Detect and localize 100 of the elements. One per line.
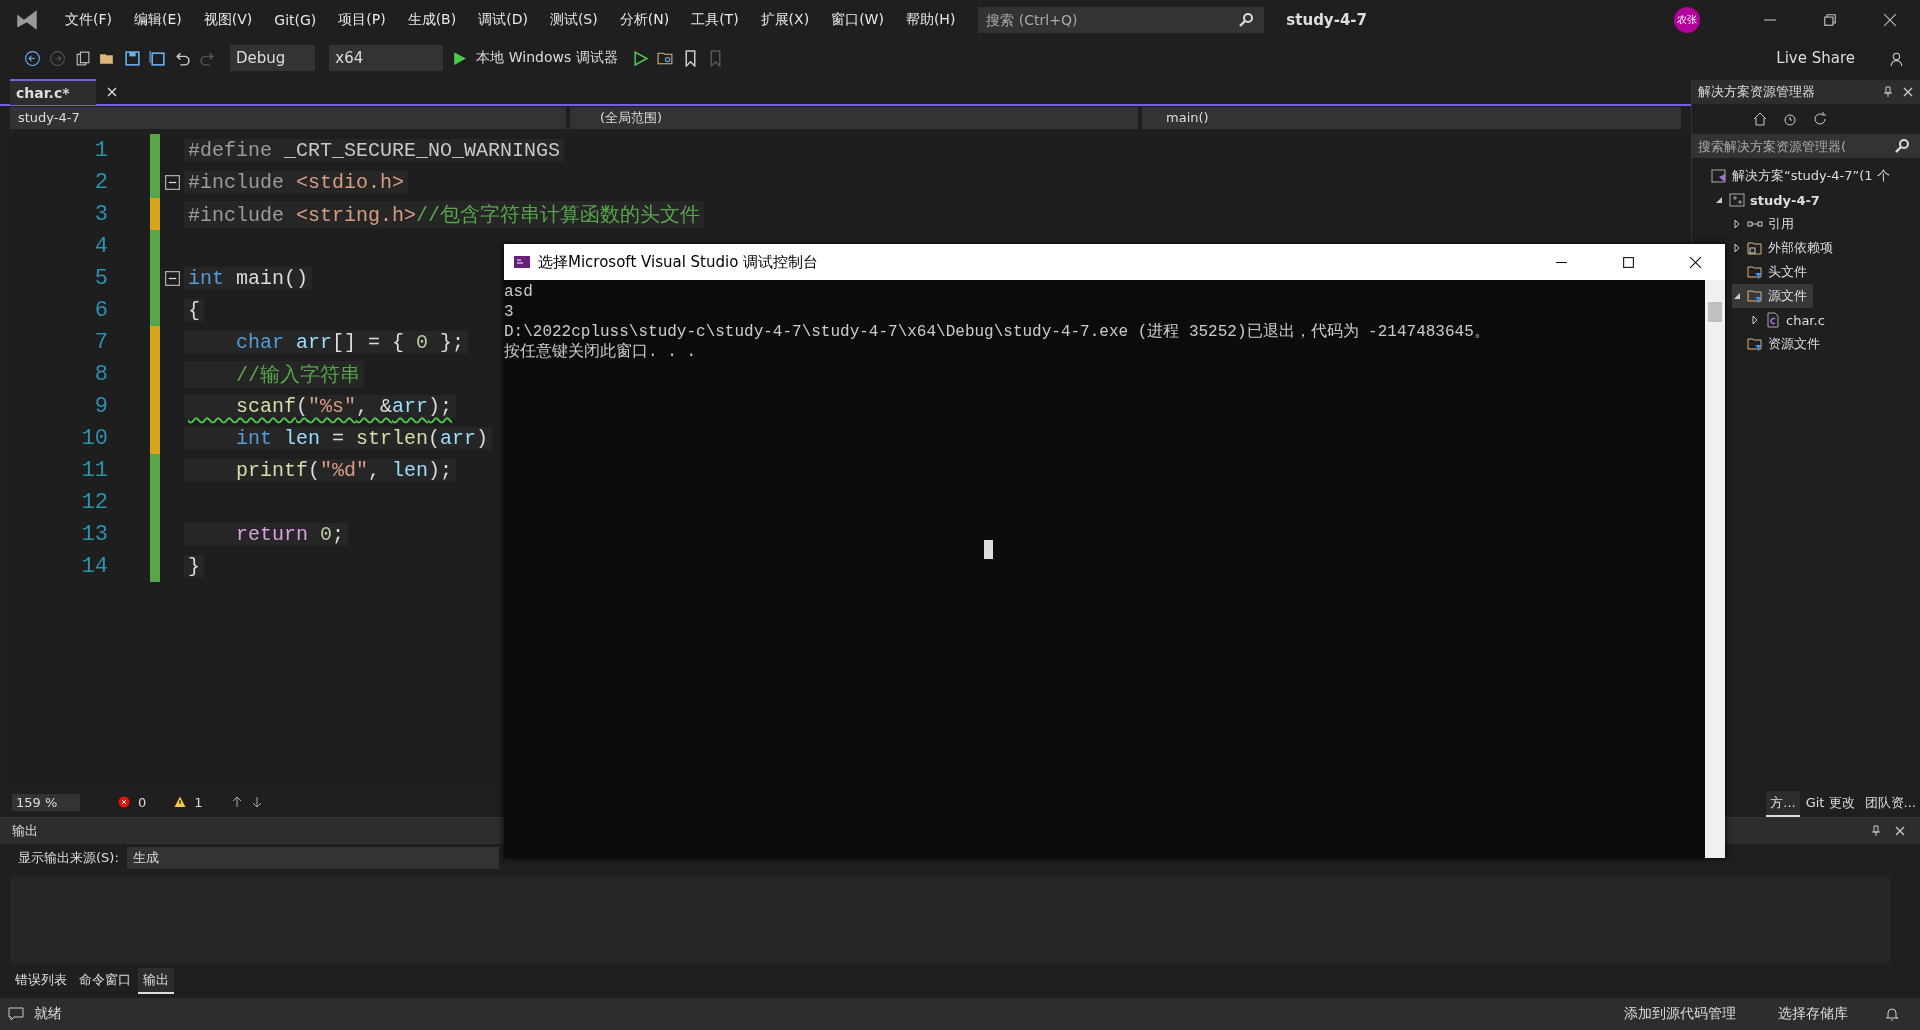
live-share-button[interactable]: Live Share (1770, 48, 1861, 68)
start-debugging-button[interactable]: 本地 Windows 调试器 (476, 49, 624, 67)
tree-item[interactable]: 外部依赖项 (1732, 236, 1839, 260)
close-icon[interactable] (1883, 13, 1897, 27)
refresh-icon[interactable] (1812, 111, 1828, 127)
panel-title: 解决方案资源管理器 (1698, 83, 1816, 101)
panel-tab[interactable]: Git 更改 (1801, 791, 1859, 817)
line-number: 5 (93, 265, 108, 291)
pin-icon[interactable] (1882, 86, 1894, 98)
platform-dropdown[interactable]: x64 (329, 45, 444, 71)
error-count[interactable]: 0 (138, 794, 147, 810)
pin-icon[interactable] (1870, 825, 1882, 837)
search-icon (1238, 12, 1255, 28)
warning-count[interactable]: 1 (194, 794, 203, 810)
filter-folder-icon (1747, 336, 1763, 352)
text-cursor (984, 540, 993, 559)
panel-title: 输出 (12, 822, 38, 840)
menu-item[interactable]: 编辑(E) (123, 11, 193, 29)
back-icon[interactable] (24, 49, 41, 67)
error-icon (118, 796, 130, 808)
menu-item[interactable]: 项目(P) (327, 11, 397, 29)
line-number: 9 (93, 393, 108, 419)
line-number: 6 (93, 297, 108, 323)
tree-item[interactable]: 引用 (1732, 212, 1800, 236)
console-output-line: 按任意键关闭此窗口. . . (504, 342, 697, 362)
warning-icon (174, 796, 187, 808)
add-to-source-control-button[interactable]: 添加到源代码管理 (1618, 1004, 1742, 1024)
tree-item[interactable]: 解决方案“study-4-7”(1 个 (1696, 164, 1896, 188)
up-arrow-icon[interactable] (230, 796, 243, 808)
line-number: 13 (80, 521, 108, 547)
new-item-icon[interactable] (74, 49, 91, 67)
save-icon[interactable] (124, 49, 141, 67)
close-icon[interactable] (1689, 255, 1702, 269)
console-app-icon (514, 254, 530, 270)
expanded-arrow-icon[interactable] (1714, 195, 1724, 205)
menu-item[interactable]: 生成(B) (396, 11, 468, 29)
menu-item[interactable]: 分析(N) (608, 11, 681, 29)
zoom-dropdown[interactable]: 159 % (12, 793, 80, 811)
down-arrow-icon[interactable] (250, 796, 263, 808)
window-title: 选择Microsoft Visual Studio 调试控制台 (538, 252, 819, 272)
expanded-arrow-icon[interactable] (1732, 291, 1742, 301)
tree-item[interactable]: 头文件 (1732, 260, 1813, 284)
menu-item[interactable]: Git(G) (263, 12, 328, 28)
home-icon[interactable] (1752, 111, 1768, 127)
panel-tab[interactable]: 团队资... (1860, 791, 1920, 817)
scrollbar[interactable] (1705, 280, 1725, 858)
comment-icon (8, 1006, 24, 1022)
maximize-icon[interactable] (1622, 255, 1635, 269)
play-outline-icon[interactable] (631, 49, 649, 67)
line-number: 11 (80, 457, 108, 483)
menu-item[interactable]: 工具(T) (680, 11, 750, 29)
output-source-dropdown[interactable]: 生成 (126, 847, 499, 869)
document-tab[interactable]: char.c* (10, 79, 96, 105)
status-message: 就绪 (34, 1005, 62, 1023)
window-title: study-4-7 (1286, 11, 1367, 29)
collapse-icon[interactable] (164, 270, 180, 286)
menu-item[interactable]: 窗口(W) (820, 11, 895, 29)
panel-tab[interactable]: 方... (1766, 791, 1800, 817)
user-avatar[interactable]: 农张 (1674, 7, 1700, 33)
configuration-dropdown[interactable]: Debug (230, 45, 316, 71)
member-dropdown[interactable]: main() (1142, 107, 1681, 129)
menu-item[interactable]: 帮助(H) (894, 11, 967, 29)
project-icon (1729, 192, 1745, 208)
tree-item[interactable]: 源文件 (1732, 284, 1813, 308)
tree-item[interactable]: 资源文件 (1732, 332, 1826, 356)
tree-item[interactable]: char.c (1750, 308, 1831, 332)
project-dropdown[interactable]: study-4-7 (10, 107, 566, 129)
collapse-icon[interactable] (164, 174, 180, 190)
console-output-line: 3 (504, 302, 515, 322)
restore-icon[interactable] (1823, 13, 1837, 27)
panel-tab[interactable]: 输出 (138, 968, 174, 994)
menu-item[interactable]: 测试(S) (538, 11, 609, 29)
c-file-icon (1765, 312, 1781, 328)
line-number: 12 (80, 489, 108, 515)
menu-item[interactable]: 调试(D) (467, 11, 539, 29)
line-number: 14 (80, 553, 108, 579)
console-output-line: asd (504, 282, 534, 302)
collapsed-arrow-icon[interactable] (1750, 315, 1760, 325)
filter-folder-icon (1747, 264, 1763, 280)
collapsed-arrow-icon[interactable] (1732, 243, 1742, 253)
menu-item[interactable]: 视图(V) (192, 11, 264, 29)
select-repository-button[interactable]: 选择存储库 (1772, 1004, 1854, 1024)
bell-icon[interactable] (1884, 1006, 1900, 1022)
scope-dropdown[interactable]: (全局范围) (570, 107, 1138, 129)
line-number: 1 (93, 137, 108, 163)
solution-search-field[interactable]: 搜索解决方案资源管理器( (1692, 134, 1920, 158)
menu-item[interactable]: 扩展(X) (749, 11, 821, 29)
solution-icon (1711, 168, 1727, 184)
search-field[interactable]: 搜索 (Ctrl+Q) (978, 7, 1265, 33)
menu-item[interactable]: 文件(F) (54, 11, 123, 29)
collapsed-arrow-icon[interactable] (1732, 219, 1742, 229)
line-number: 10 (80, 425, 108, 451)
save-all-icon[interactable] (149, 49, 166, 67)
panel-tab[interactable]: 命令窗口 (74, 968, 136, 994)
panel-tab[interactable]: 错误列表 (10, 968, 72, 994)
tree-item[interactable]: study-4-7 (1714, 188, 1826, 212)
history-icon[interactable] (1782, 111, 1798, 127)
filter-folder-icon (1747, 288, 1763, 304)
line-number: 4 (93, 233, 108, 259)
console-output-line: D:\2022cpluss\study-c\study-4-7\study-4-7\x64\Debug\study-4-7.exe (进程 35252)已退出，代码为 -2147483645。 (504, 322, 1491, 342)
